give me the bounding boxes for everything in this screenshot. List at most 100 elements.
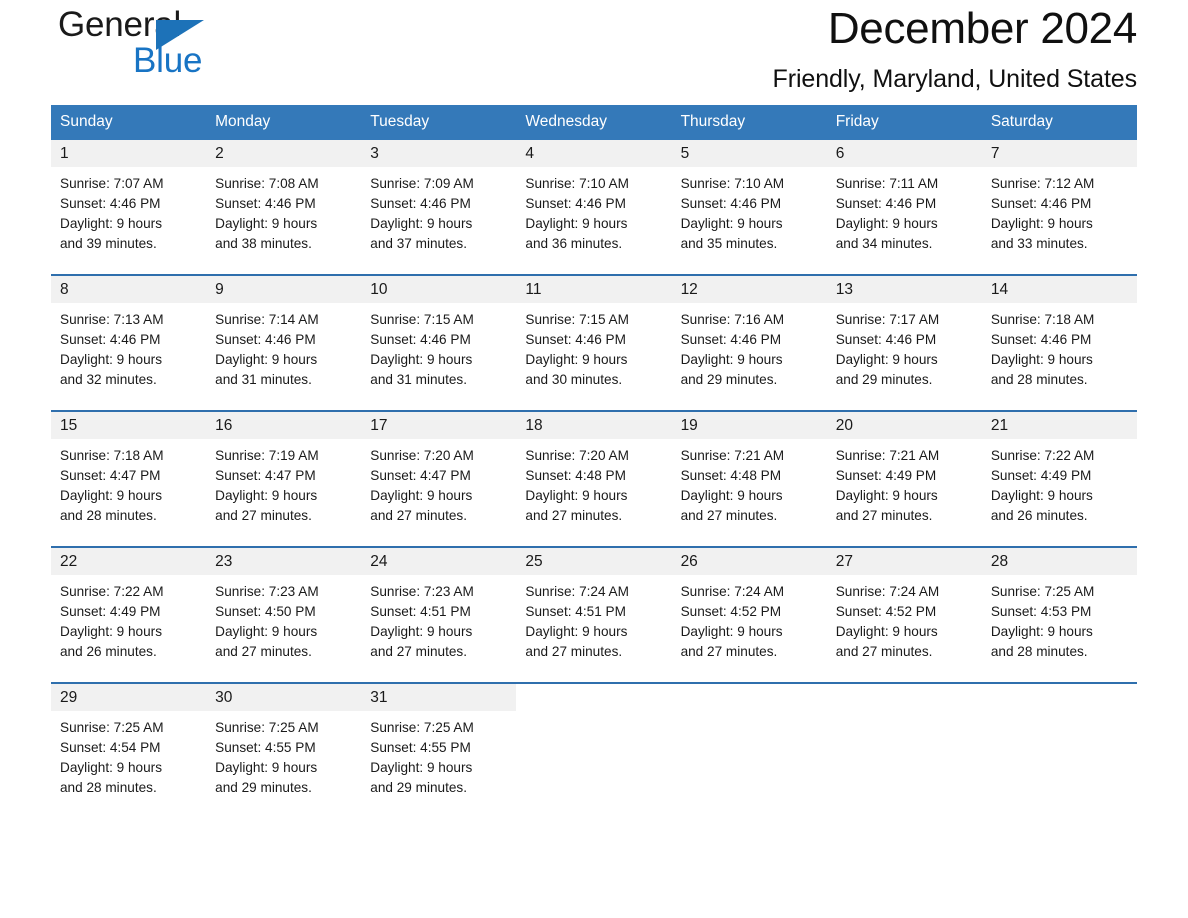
day-number[interactable]: 22 <box>51 548 207 575</box>
day-cell[interactable]: Sunrise: 7:25 AM Sunset: 4:54 PM Dayligh… <box>51 711 207 817</box>
day-cell[interactable]: Sunrise: 7:25 AM Sunset: 4:53 PM Dayligh… <box>981 575 1137 681</box>
day-number[interactable]: 23 <box>206 548 362 575</box>
daylight-text-line2: and 27 minutes. <box>680 644 778 659</box>
day-cell[interactable]: Sunrise: 7:22 AM Sunset: 4:49 PM Dayligh… <box>981 439 1137 545</box>
day-cell[interactable]: Sunrise: 7:17 AM Sunset: 4:46 PM Dayligh… <box>826 303 982 409</box>
daylight-text-line2: and 27 minutes. <box>525 508 623 523</box>
day-number[interactable]: 4 <box>516 140 672 167</box>
sunset-text: Sunset: 4:46 PM <box>525 196 626 211</box>
day-number[interactable]: 25 <box>516 548 672 575</box>
day-cell[interactable]: Sunrise: 7:09 AM Sunset: 4:46 PM Dayligh… <box>361 167 517 273</box>
day-number[interactable]: 13 <box>826 276 982 303</box>
day-number[interactable]: 11 <box>516 276 672 303</box>
day-cell[interactable]: Sunrise: 7:21 AM Sunset: 4:49 PM Dayligh… <box>826 439 982 545</box>
daylight-text-line1: Daylight: 9 hours <box>990 488 1093 503</box>
day-number[interactable]: 31 <box>361 684 517 711</box>
day-cell[interactable]: Sunrise: 7:15 AM Sunset: 4:46 PM Dayligh… <box>516 303 672 409</box>
day-number[interactable]: 7 <box>981 140 1137 167</box>
day-cell[interactable]: Sunrise: 7:10 AM Sunset: 4:46 PM Dayligh… <box>516 167 672 273</box>
day-cell[interactable]: Sunrise: 7:18 AM Sunset: 4:47 PM Dayligh… <box>51 439 207 545</box>
sunset-text: Sunset: 4:46 PM <box>370 196 471 211</box>
day-number[interactable]: 9 <box>206 276 362 303</box>
sunset-text: Sunset: 4:51 PM <box>525 604 626 619</box>
day-cell[interactable]: Sunrise: 7:20 AM Sunset: 4:47 PM Dayligh… <box>361 439 517 545</box>
day-cell[interactable]: Sunrise: 7:16 AM Sunset: 4:46 PM Dayligh… <box>671 303 827 409</box>
day-cell[interactable]: Sunrise: 7:07 AM Sunset: 4:46 PM Dayligh… <box>51 167 207 273</box>
daylight-text-line2: and 26 minutes. <box>990 508 1088 523</box>
weekday-header-monday: Monday <box>206 105 362 140</box>
daylight-text-line1: Daylight: 9 hours <box>370 488 473 503</box>
day-number[interactable]: 5 <box>671 140 827 167</box>
day-number[interactable]: 8 <box>51 276 207 303</box>
day-number[interactable]: 16 <box>206 412 362 439</box>
sunset-text: Sunset: 4:46 PM <box>680 332 782 347</box>
day-cell[interactable]: Sunrise: 7:25 AM Sunset: 4:55 PM Dayligh… <box>361 711 517 817</box>
daylight-text-line1: Daylight: 9 hours <box>370 352 473 367</box>
day-cell[interactable]: Sunrise: 7:19 AM Sunset: 4:47 PM Dayligh… <box>206 439 362 545</box>
day-number[interactable]: 24 <box>361 548 517 575</box>
sunrise-text: Sunrise: 7:21 AM <box>835 448 940 463</box>
sunrise-text: Sunrise: 7:15 AM <box>370 312 474 327</box>
sunrise-text: Sunrise: 7:13 AM <box>60 312 164 327</box>
weekday-header-saturday: Saturday <box>981 105 1137 140</box>
generalblue-logo[interactable]: General Blue <box>58 7 258 85</box>
day-number[interactable]: 14 <box>981 276 1137 303</box>
day-number[interactable]: 6 <box>826 140 982 167</box>
day-cell[interactable]: Sunrise: 7:23 AM Sunset: 4:51 PM Dayligh… <box>361 575 517 681</box>
day-number[interactable]: 10 <box>361 276 517 303</box>
sunset-text: Sunset: 4:47 PM <box>215 468 316 483</box>
day-cell[interactable]: Sunrise: 7:25 AM Sunset: 4:55 PM Dayligh… <box>206 711 362 817</box>
day-cell[interactable]: Sunrise: 7:14 AM Sunset: 4:46 PM Dayligh… <box>206 303 362 409</box>
sunset-text: Sunset: 4:46 PM <box>525 332 626 347</box>
sunrise-text: Sunrise: 7:22 AM <box>60 584 164 599</box>
sunset-text: Sunset: 4:55 PM <box>215 740 316 755</box>
day-number[interactable]: 29 <box>51 684 207 711</box>
sunrise-text: Sunrise: 7:18 AM <box>990 312 1095 327</box>
sunrise-text: Sunrise: 7:07 AM <box>60 176 164 191</box>
day-number[interactable]: 20 <box>826 412 982 439</box>
day-cell[interactable]: Sunrise: 7:18 AM Sunset: 4:46 PM Dayligh… <box>981 303 1137 409</box>
sunrise-text: Sunrise: 7:09 AM <box>370 176 474 191</box>
day-cell[interactable]: Sunrise: 7:12 AM Sunset: 4:46 PM Dayligh… <box>981 167 1137 273</box>
week-details: Sunrise: 7:25 AM Sunset: 4:54 PM Dayligh… <box>51 711 1137 817</box>
day-cell[interactable]: Sunrise: 7:20 AM Sunset: 4:48 PM Dayligh… <box>516 439 672 545</box>
weekday-header-friday: Friday <box>826 105 982 140</box>
week-details: Sunrise: 7:07 AM Sunset: 4:46 PM Dayligh… <box>51 167 1137 273</box>
day-number[interactable]: 1 <box>51 140 207 167</box>
sunrise-text: Sunrise: 7:22 AM <box>990 448 1095 463</box>
day-number[interactable]: 3 <box>361 140 517 167</box>
daylight-text-line1: Daylight: 9 hours <box>60 352 163 367</box>
day-number[interactable]: 12 <box>671 276 827 303</box>
day-number[interactable]: 30 <box>206 684 362 711</box>
daylight-text-line1: Daylight: 9 hours <box>680 216 783 231</box>
day-number[interactable]: 2 <box>206 140 362 167</box>
day-cell[interactable]: Sunrise: 7:24 AM Sunset: 4:52 PM Dayligh… <box>671 575 827 681</box>
daylight-text-line2: and 36 minutes. <box>525 236 623 251</box>
day-cell[interactable]: Sunrise: 7:23 AM Sunset: 4:50 PM Dayligh… <box>206 575 362 681</box>
page-title: December 2024 <box>827 4 1137 53</box>
day-number[interactable]: 26 <box>671 548 827 575</box>
day-cell[interactable]: Sunrise: 7:11 AM Sunset: 4:46 PM Dayligh… <box>826 167 982 273</box>
day-cell[interactable]: Sunrise: 7:22 AM Sunset: 4:49 PM Dayligh… <box>51 575 207 681</box>
sunset-text: Sunset: 4:52 PM <box>680 604 782 619</box>
day-cell[interactable]: Sunrise: 7:13 AM Sunset: 4:46 PM Dayligh… <box>51 303 207 409</box>
sunset-text: Sunset: 4:55 PM <box>370 740 471 755</box>
day-number[interactable]: 17 <box>361 412 517 439</box>
day-cell[interactable]: Sunrise: 7:21 AM Sunset: 4:48 PM Dayligh… <box>671 439 827 545</box>
daylight-text-line2: and 32 minutes. <box>60 372 157 387</box>
day-number[interactable]: 27 <box>826 548 982 575</box>
day-cell[interactable]: Sunrise: 7:10 AM Sunset: 4:46 PM Dayligh… <box>671 167 827 273</box>
day-number[interactable]: 18 <box>516 412 672 439</box>
daylight-text-line1: Daylight: 9 hours <box>990 352 1093 367</box>
day-number[interactable]: 21 <box>981 412 1137 439</box>
day-cell[interactable]: Sunrise: 7:15 AM Sunset: 4:46 PM Dayligh… <box>361 303 517 409</box>
day-number[interactable]: 15 <box>51 412 207 439</box>
sunrise-text: Sunrise: 7:08 AM <box>215 176 319 191</box>
day-number[interactable]: 28 <box>981 548 1137 575</box>
sunset-text: Sunset: 4:46 PM <box>835 196 937 211</box>
day-cell[interactable]: Sunrise: 7:08 AM Sunset: 4:46 PM Dayligh… <box>206 167 362 273</box>
day-cell[interactable]: Sunrise: 7:24 AM Sunset: 4:52 PM Dayligh… <box>826 575 982 681</box>
day-cell[interactable]: Sunrise: 7:24 AM Sunset: 4:51 PM Dayligh… <box>516 575 672 681</box>
day-number[interactable]: 19 <box>671 412 827 439</box>
daylight-text-line2: and 37 minutes. <box>370 236 468 251</box>
